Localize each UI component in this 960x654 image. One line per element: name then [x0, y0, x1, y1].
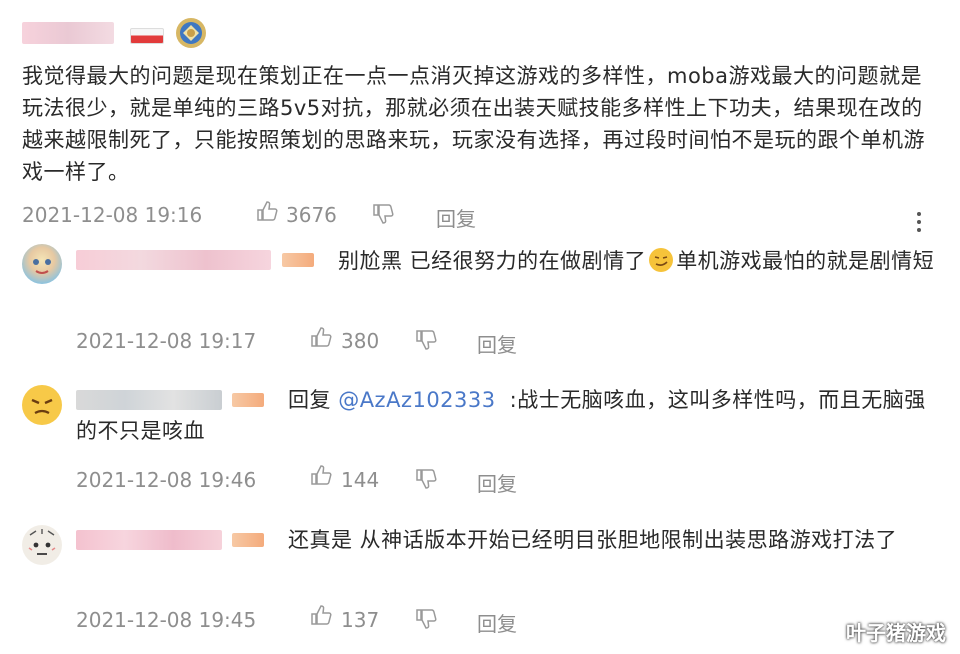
thumbs-down-icon[interactable] — [415, 468, 437, 490]
reply-avatar-3[interactable] — [22, 525, 62, 565]
reply-text-2: 回复 @AzAz102333:战士无脑咳血，这叫多样性吗，而且无脑强的不只是咳血 — [76, 385, 936, 447]
thumbs-up-icon[interactable] — [310, 326, 332, 348]
reply-likes-3: 137 — [341, 608, 380, 632]
reply-date-1: 2021-12-08 19:17 — [76, 329, 257, 353]
medal-icon — [172, 14, 210, 52]
reply-button-2[interactable]: 回复 — [477, 468, 517, 497]
main-comment-likes: 3676 — [286, 203, 337, 227]
reply-avatar-2[interactable] — [22, 385, 62, 425]
username-blurred[interactable] — [22, 22, 114, 44]
main-comment-text: 我觉得最大的问题是现在策划正在一点一点消灭掉这游戏的多样性，moba游戏最大的问… — [22, 64, 925, 184]
main-comment-date: 2021-12-08 19:16 — [22, 203, 203, 227]
thumbs-up-icon[interactable] — [310, 464, 332, 486]
thumbs-up-icon[interactable] — [256, 200, 278, 222]
reply-avatar-1[interactable] — [22, 244, 62, 284]
thumbs-down-icon[interactable] — [372, 203, 394, 225]
reply-date-3: 2021-12-08 19:45 — [76, 608, 257, 632]
watermark: 叶子猪游戏 — [846, 621, 946, 645]
reply-text-3: 还真是 从神话版本开始已经明目张胆地限制出装思路游戏打法了 — [288, 528, 898, 552]
thumbs-up-icon[interactable] — [310, 604, 332, 626]
reply-button-1[interactable]: 回复 — [477, 329, 517, 358]
mention-link[interactable]: @AzAz102333 — [338, 388, 495, 412]
reply-text-1b: 单机游戏最怕的就是剧情短 — [676, 249, 935, 273]
reply-body-2: :战士无脑咳血，这叫多样性吗，而且无脑强的不只是咳血 — [76, 388, 926, 443]
reply-button-3[interactable]: 回复 — [477, 608, 517, 637]
reply-prefix-2: 回复 — [288, 388, 339, 412]
main-comment-reply-button[interactable]: 回复 — [436, 203, 476, 232]
more-vertical-icon[interactable] — [913, 210, 925, 234]
thumbs-down-icon[interactable] — [415, 329, 437, 351]
reply-text-1: 别尬黑 已经很努力的在做剧情了 单机游戏最怕的就是剧情短 — [76, 246, 936, 277]
reply-date-2: 2021-12-08 19:46 — [76, 468, 257, 492]
reply-likes-2: 144 — [341, 468, 380, 492]
reply-likes-1: 380 — [341, 329, 380, 353]
level-badge — [130, 28, 164, 44]
smirk-emoji-icon — [648, 247, 674, 273]
thumbs-down-icon[interactable] — [415, 608, 437, 630]
reply-text-1a: 别尬黑 已经很努力的在做剧情了 — [338, 249, 647, 273]
